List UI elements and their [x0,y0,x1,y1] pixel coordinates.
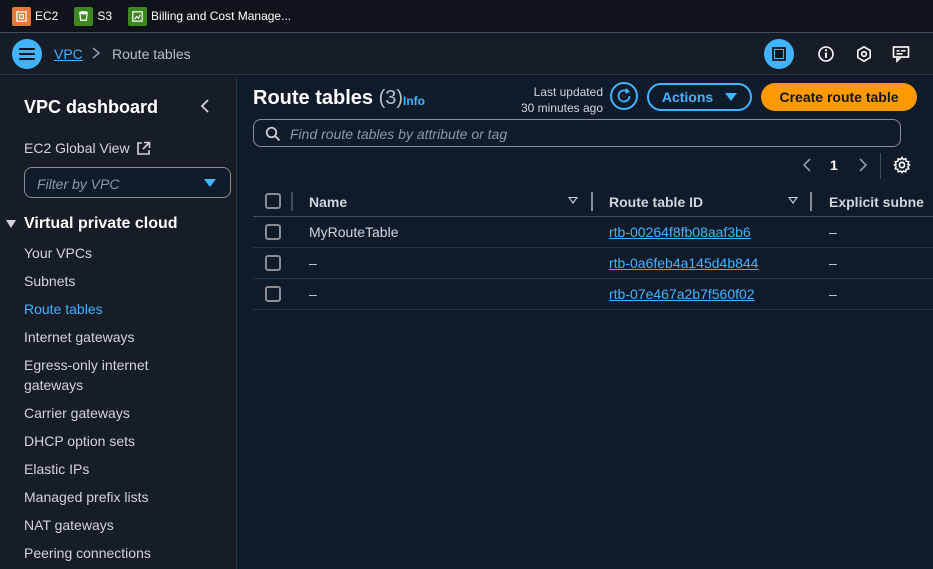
s3-icon [74,6,94,26]
table-row[interactable]: MyRouteTable rtb-00264f8fb08aaf3b6 – [253,217,933,248]
feedback-icon [892,46,910,63]
caret-down-icon [725,93,738,101]
table-row[interactable]: – rtb-07e467a2b7f560f02 – [253,279,933,310]
column-header-route-table-id[interactable]: Route table ID [609,194,703,210]
external-link-icon [136,141,150,155]
sort-icon[interactable] [568,197,578,204]
previous-page-icon[interactable] [801,157,813,173]
chevron-right-icon [92,47,101,59]
cell-explicit-subnet: – [829,224,837,240]
favorite-label: Billing and Cost Manage... [151,9,292,23]
refresh-icon [617,88,631,103]
ec2-global-view-label: EC2 Global View [24,140,130,156]
section-virtual-private-cloud[interactable]: Virtual private cloud [6,215,178,233]
ec2-global-view-link[interactable]: EC2 Global View [24,140,151,156]
feedback-button[interactable] [888,41,914,67]
sidebar-item-elastic-ips[interactable]: Elastic IPs [24,459,89,479]
actions-dropdown[interactable]: Actions [647,83,752,111]
cell-explicit-subnet: – [829,286,837,302]
sidebar-item-your-vpcs[interactable]: Your VPCs [24,243,92,263]
top-navigation: VPC Route tables [0,33,933,75]
refresh-button[interactable] [610,82,638,110]
last-updated-time: 30 minutes ago [520,101,603,115]
column-divider [291,192,293,211]
sidebar-item-carrier-gateways[interactable]: Carrier gateways [24,403,130,423]
sidebar-item-peering-connections[interactable]: Peering connections [24,543,151,563]
last-updated: Last updated 30 minutes ago [508,84,603,116]
cell-name: MyRouteTable [309,224,399,240]
create-route-table-button[interactable]: Create route table [761,83,917,111]
sidebar-item-route-tables[interactable]: Route tables [24,299,103,319]
cell-route-table-id[interactable]: rtb-0a6feb4a145d4b844 [609,255,758,271]
breadcrumb-vpc[interactable]: VPC [54,46,83,62]
vpc-filter-placeholder: Filter by VPC [37,176,120,192]
sidebar: VPC dashboard EC2 Global View Filter by … [0,76,237,569]
column-header-name[interactable]: Name [309,194,347,210]
favorite-label: EC2 [35,9,59,23]
breadcrumb-current: Route tables [112,46,191,62]
split-panel-button[interactable] [764,39,794,69]
current-page[interactable]: 1 [830,157,838,173]
last-updated-label: Last updated [533,85,603,99]
hexagon-gear-icon [857,45,871,63]
cell-route-table-id[interactable]: rtb-07e467a2b7f560f02 [609,286,755,302]
page-title: Route tables (3) [253,87,403,110]
cell-name: – [309,255,317,271]
search-icon [265,126,281,142]
page-title-text: Route tables [253,87,374,109]
info-button[interactable] [813,41,839,67]
favorite-billing[interactable]: Billing and Cost Manage... [128,6,292,26]
caret-down-icon [204,179,216,187]
route-table-count: (3) [378,87,404,109]
favorites-bar: EC2 S3 Billing and Cost Manage... [0,0,933,33]
section-label: Virtual private cloud [24,215,178,232]
sidebar-item-nat-gateways[interactable]: NAT gateways [24,515,114,535]
row-checkbox[interactable] [265,286,281,302]
hamburger-icon [19,48,35,60]
column-divider[interactable] [591,192,593,211]
sidebar-item-subnets[interactable]: Subnets [24,271,75,291]
row-checkbox[interactable] [265,224,281,240]
info-link[interactable]: Info [403,94,425,108]
search-placeholder: Find route tables by attribute or tag [290,126,508,142]
vpc-filter-select[interactable]: Filter by VPC [24,167,231,198]
table-header: Name Route table ID Explicit subne [253,188,933,217]
favorite-ec2[interactable]: EC2 [12,6,59,26]
search-input[interactable]: Find route tables by attribute or tag [253,119,901,147]
info-icon [818,46,834,62]
favorite-s3[interactable]: S3 [74,6,113,26]
next-page-icon[interactable] [857,157,869,173]
table-row[interactable]: – rtb-0a6feb4a145d4b844 – [253,248,933,279]
billing-icon [128,6,148,26]
panel-icon [772,47,786,61]
cell-explicit-subnet: – [829,255,837,271]
sidebar-item-dhcp-option-sets[interactable]: DHCP option sets [24,431,135,451]
gear-icon[interactable] [893,156,911,174]
menu-button[interactable] [12,39,42,69]
ec2-icon [12,6,31,26]
select-all-checkbox[interactable] [265,193,281,209]
sidebar-title[interactable]: VPC dashboard [24,97,158,118]
cell-route-table-id[interactable]: rtb-00264f8fb08aaf3b6 [609,224,751,240]
sort-icon[interactable] [788,197,798,204]
main-content: Route tables (3) Info Last updated 30 mi… [238,76,933,569]
cell-name: – [309,286,317,302]
sidebar-item-egress-only-internet-gateways[interactable]: Egress-only internet gateways [24,355,174,395]
sidebar-item-managed-prefix-lists[interactable]: Managed prefix lists [24,487,149,507]
column-header-explicit-subnet[interactable]: Explicit subne [829,194,933,210]
column-divider[interactable] [810,192,812,211]
caret-down-icon [6,220,16,228]
row-checkbox[interactable] [265,255,281,271]
collapse-sidebar-icon[interactable] [198,98,212,114]
settings-hex-button[interactable] [851,41,877,67]
actions-label: Actions [661,89,714,105]
sidebar-item-internet-gateways[interactable]: Internet gateways [24,327,135,347]
pager-divider [880,153,881,179]
favorite-label: S3 [97,9,113,23]
